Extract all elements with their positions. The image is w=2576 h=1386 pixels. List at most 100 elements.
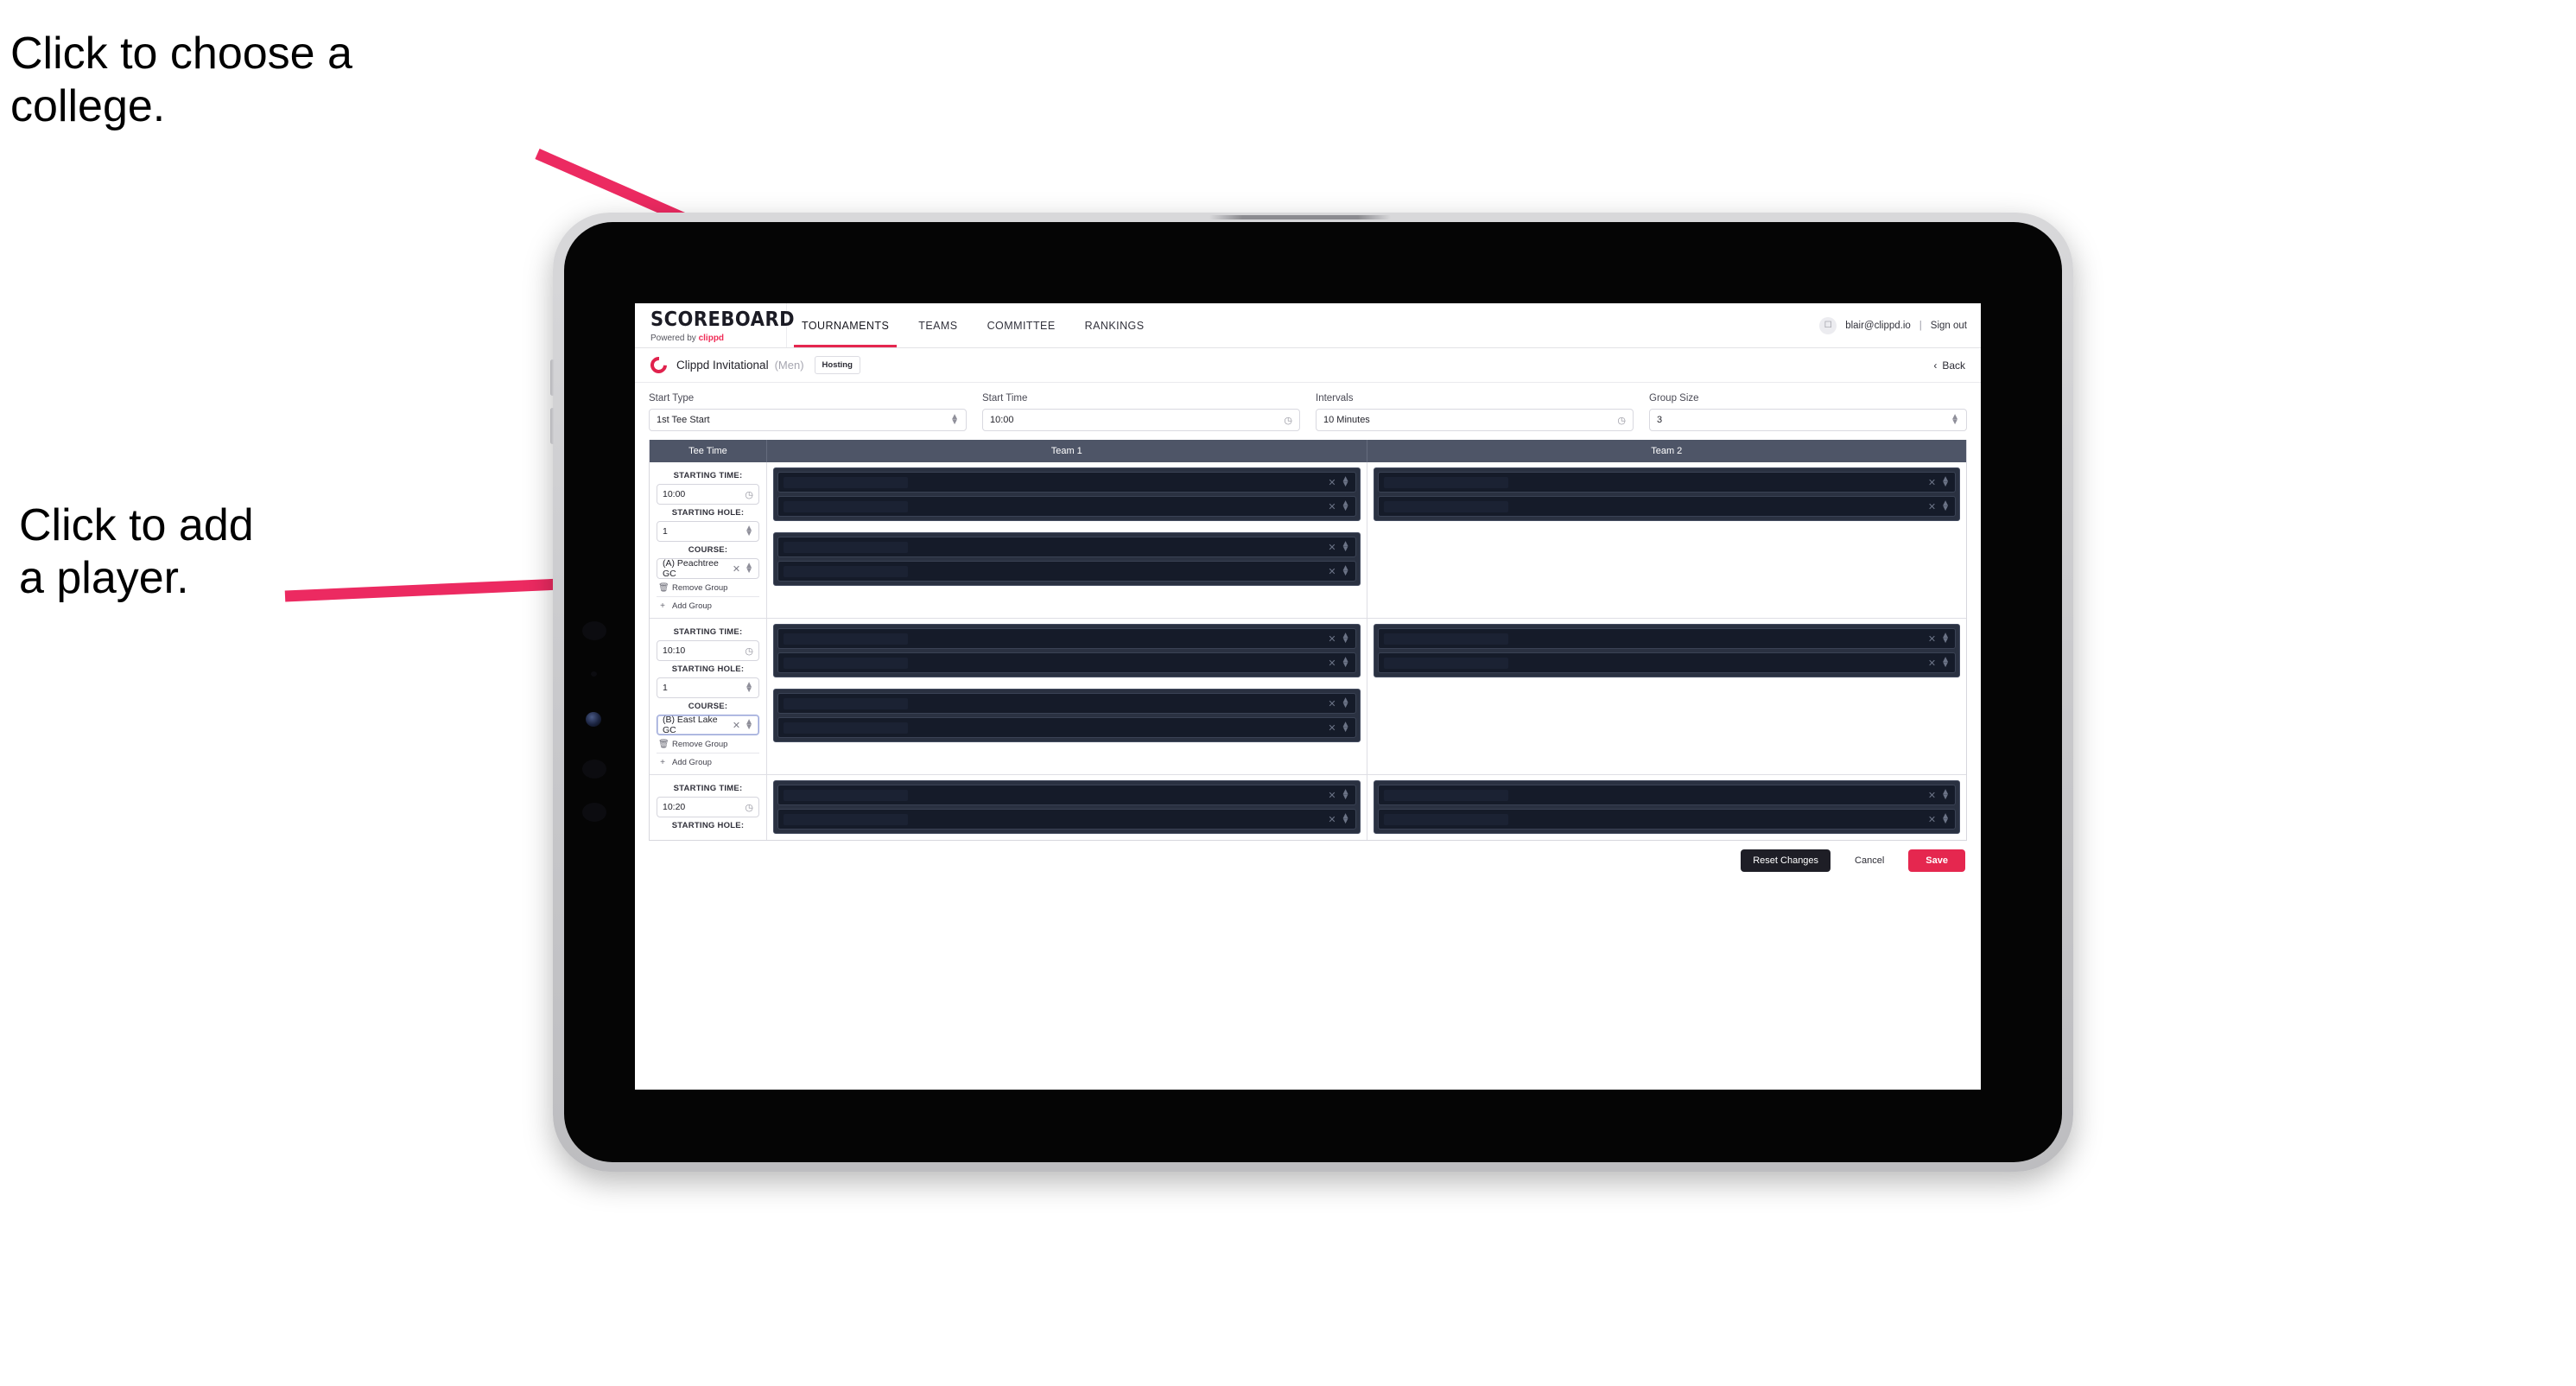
brand-logo[interactable]: SCOREBOARD Powered by clippd: [635, 303, 795, 347]
intervals-input[interactable]: 10 Minutes ◷: [1316, 409, 1634, 431]
clear-x-icon[interactable]: ✕: [733, 720, 740, 731]
clear-x-icon[interactable]: ✕: [1328, 722, 1336, 734]
player-row[interactable]: ✕ ▲ ▼: [777, 537, 1356, 557]
player-row[interactable]: ✕ ▲ ▼: [1377, 809, 1956, 830]
player-group-team1-1[interactable]: ✕ ▲ ▼ ✕ ▲ ▼: [773, 780, 1361, 834]
clear-x-icon[interactable]: ✕: [1328, 658, 1336, 669]
stepper-up-down-icon[interactable]: ▲ ▼: [950, 412, 959, 427]
clear-x-icon[interactable]: ✕: [1328, 501, 1336, 512]
player-group-team1-1[interactable]: ✕ ▲ ▼ ✕ ▲ ▼: [773, 467, 1361, 521]
clear-x-icon[interactable]: ✕: [1928, 814, 1936, 825]
starting-time-input[interactable]: 10:10 ◷: [657, 640, 759, 661]
clock-icon[interactable]: ◷: [1284, 415, 1292, 426]
stepper-up-down-icon[interactable]: ▲ ▼: [1342, 811, 1350, 826]
volume-down-button[interactable]: [550, 408, 555, 444]
stepper-up-down-icon[interactable]: ▲ ▼: [1342, 696, 1350, 710]
stepper-up-down-icon[interactable]: ▲ ▼: [745, 524, 753, 538]
starting-hole-select[interactable]: 1 ▲ ▼: [657, 521, 759, 542]
chevron-left-icon: ‹: [1933, 359, 1938, 372]
clear-x-icon[interactable]: ✕: [1328, 698, 1336, 709]
back-button[interactable]: ‹ Back: [1933, 359, 1965, 372]
clear-x-icon[interactable]: ✕: [1928, 501, 1936, 512]
clear-x-icon[interactable]: ✕: [1928, 790, 1936, 801]
stepper-up-down-icon[interactable]: ▲ ▼: [1941, 787, 1950, 802]
player-group-team1-2[interactable]: ✕ ▲ ▼ ✕ ▲ ▼: [773, 532, 1361, 586]
clear-x-icon[interactable]: ✕: [1328, 790, 1336, 801]
stepper-up-down-icon[interactable]: ▲ ▼: [1342, 720, 1350, 734]
stepper-up-down-icon[interactable]: ▲ ▼: [1342, 655, 1350, 670]
clear-x-icon[interactable]: ✕: [1328, 542, 1336, 553]
stepper-up-down-icon[interactable]: ▲ ▼: [1941, 474, 1950, 489]
player-row[interactable]: ✕ ▲ ▼: [777, 652, 1356, 673]
stepper-up-down-icon[interactable]: ▲ ▼: [1941, 631, 1950, 645]
cancel-button[interactable]: Cancel: [1843, 849, 1896, 872]
clock-icon[interactable]: ◷: [745, 489, 753, 500]
stepper-up-down-icon[interactable]: ▲ ▼: [1941, 655, 1950, 670]
stepper-up-down-icon[interactable]: ▲ ▼: [1941, 811, 1950, 826]
clear-x-icon[interactable]: ✕: [1928, 477, 1936, 488]
sign-out-link[interactable]: Sign out: [1931, 321, 1967, 331]
nav-tab-tournaments[interactable]: TOURNAMENTS: [787, 303, 904, 347]
stepper-up-down-icon[interactable]: ▲ ▼: [745, 680, 753, 695]
player-row[interactable]: ✕ ▲ ▼: [777, 472, 1356, 493]
save-button[interactable]: Save: [1908, 849, 1965, 872]
player-row[interactable]: ✕ ▲ ▼: [777, 717, 1356, 738]
clear-x-icon[interactable]: ✕: [1928, 633, 1936, 645]
player-row[interactable]: ✕ ▲ ▼: [777, 496, 1356, 517]
nav-tab-teams[interactable]: TEAMS: [904, 303, 972, 347]
clock-icon[interactable]: ◷: [745, 645, 753, 657]
player-group-team1-2[interactable]: ✕ ▲ ▼ ✕ ▲ ▼: [773, 689, 1361, 742]
player-row[interactable]: ✕ ▲ ▼: [777, 561, 1356, 582]
player-group-team2-1[interactable]: ✕ ▲ ▼ ✕ ▲ ▼: [1373, 467, 1960, 521]
clear-x-icon[interactable]: ✕: [1328, 566, 1336, 577]
starting-time-input[interactable]: 10:20 ◷: [657, 797, 759, 817]
stepper-up-down-icon[interactable]: ▲ ▼: [1342, 787, 1350, 802]
player-row[interactable]: ✕ ▲ ▼: [1377, 652, 1956, 673]
player-row[interactable]: ✕ ▲ ▼: [1377, 496, 1956, 517]
nav-tab-rankings[interactable]: RANKINGS: [1070, 303, 1159, 347]
stepper-up-down-icon[interactable]: ▲ ▼: [1342, 499, 1350, 513]
starting-time-input[interactable]: 10:00 ◷: [657, 484, 759, 505]
stepper-up-down-icon[interactable]: ▲ ▼: [1941, 499, 1950, 513]
start-time-input[interactable]: 10:00 ◷: [982, 409, 1300, 431]
course-select[interactable]: (A) Peachtree GC ✕ ▲ ▼: [657, 558, 759, 579]
player-row[interactable]: ✕ ▲ ▼: [777, 809, 1356, 830]
stepper-up-down-icon[interactable]: ▲ ▼: [1342, 474, 1350, 489]
user-avatar-icon[interactable]: ☐: [1819, 316, 1837, 334]
stepper-up-down-icon[interactable]: ▲ ▼: [1342, 563, 1350, 578]
reset-changes-button[interactable]: Reset Changes: [1741, 849, 1831, 872]
player-group-team2-1[interactable]: ✕ ▲ ▼ ✕ ▲ ▼: [1373, 624, 1960, 677]
course-select[interactable]: (B) East Lake GC ✕ ▲ ▼: [657, 715, 759, 735]
add-group-button[interactable]: + Add Group: [657, 753, 759, 771]
player-row[interactable]: ✕ ▲ ▼: [777, 693, 1356, 714]
group-size-select[interactable]: 3 ▲ ▼: [1649, 409, 1967, 431]
remove-group-button[interactable]: 🗑 Remove Group: [657, 579, 759, 596]
clock-icon[interactable]: ◷: [745, 802, 753, 813]
player-group-team2-1[interactable]: ✕ ▲ ▼ ✕ ▲ ▼: [1373, 780, 1960, 834]
table-body[interactable]: STARTING TIME: 10:00 ◷ STARTING HOLE: 1 …: [650, 462, 1966, 840]
clock-icon[interactable]: ◷: [1617, 415, 1626, 426]
add-group-button[interactable]: + Add Group: [657, 596, 759, 614]
player-row[interactable]: ✕ ▲ ▼: [1377, 472, 1956, 493]
clear-x-icon[interactable]: ✕: [1328, 814, 1336, 825]
stepper-up-down-icon[interactable]: ▲ ▼: [1951, 412, 1959, 427]
start-type-select[interactable]: 1st Tee Start ▲ ▼: [649, 409, 967, 431]
nav-tab-committee[interactable]: COMMITTEE: [973, 303, 1070, 347]
stepper-up-down-icon[interactable]: ▲ ▼: [745, 561, 753, 575]
player-row[interactable]: ✕ ▲ ▼: [1377, 785, 1956, 805]
remove-group-button[interactable]: 🗑 Remove Group: [657, 735, 759, 753]
clear-x-icon[interactable]: ✕: [1928, 658, 1936, 669]
player-row[interactable]: ✕ ▲ ▼: [1377, 628, 1956, 649]
player-row[interactable]: ✕ ▲ ▼: [777, 785, 1356, 805]
player-group-team1-1[interactable]: ✕ ▲ ▼ ✕ ▲ ▼: [773, 624, 1361, 677]
clear-x-icon[interactable]: ✕: [1328, 633, 1336, 645]
stepper-up-down-icon[interactable]: ▲ ▼: [745, 717, 753, 732]
bezel-mic-3-icon: [582, 803, 606, 822]
clear-x-icon[interactable]: ✕: [1328, 477, 1336, 488]
stepper-up-down-icon[interactable]: ▲ ▼: [1342, 539, 1350, 554]
clear-x-icon[interactable]: ✕: [733, 563, 740, 575]
starting-hole-select[interactable]: 1 ▲ ▼: [657, 677, 759, 698]
volume-up-button[interactable]: [550, 359, 555, 396]
stepper-up-down-icon[interactable]: ▲ ▼: [1342, 631, 1350, 645]
player-row[interactable]: ✕ ▲ ▼: [777, 628, 1356, 649]
